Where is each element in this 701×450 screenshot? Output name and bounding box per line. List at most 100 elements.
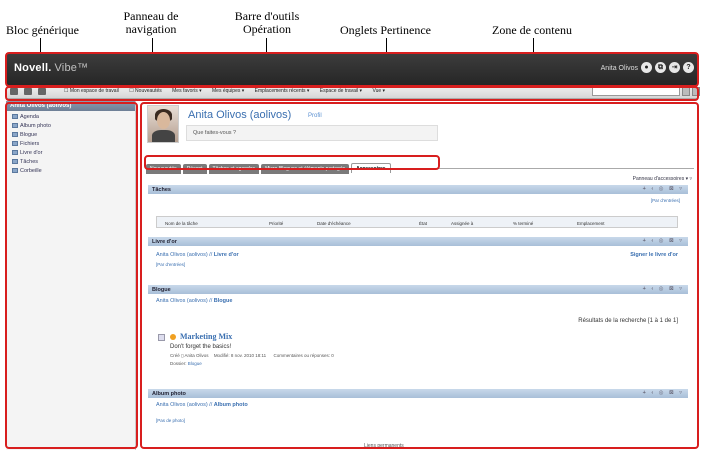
blog-icon xyxy=(12,132,18,138)
relevance-tabs: Nouveautés Récent Tâches et agendas Micro-B… xyxy=(146,157,393,174)
nav-item-trash[interactable]: Corbeille xyxy=(12,167,129,176)
toolbar-item-view[interactable]: Vue ▾ xyxy=(372,88,385,94)
nav-title[interactable]: Anita Olivos (aolivos) xyxy=(6,101,135,111)
home-icon[interactable] xyxy=(10,88,18,95)
header-user-name[interactable]: Anita Olivos xyxy=(601,65,638,72)
col-due-date[interactable]: Date d'échéance xyxy=(317,221,351,226)
section-tasks: Tâches + ‹ ◎ ⊠ ▿ [Par d'entrées] Nom de … xyxy=(148,185,688,231)
col-percent[interactable]: % terminé xyxy=(513,221,533,226)
section-header: Blogue + ‹ ◎ ⊠ ▿ xyxy=(148,285,688,294)
search-options-icon[interactable] xyxy=(692,87,700,96)
nav-item-files[interactable]: Fichiers xyxy=(12,140,129,149)
section-title: Blogue xyxy=(152,287,171,293)
tab-tasks-calendars[interactable]: Tâches et agendas xyxy=(208,164,260,174)
author-icon: ▯ xyxy=(181,353,184,358)
col-status[interactable]: État xyxy=(419,221,427,226)
pager-link[interactable]: [Par d'entrées] xyxy=(156,262,185,267)
col-assigned[interactable]: Assignée à xyxy=(451,221,473,226)
breadcrumb-user[interactable]: Anita Olivos (aolivos) // xyxy=(156,298,212,304)
breadcrumb-user[interactable]: Anita Olivos (aolivos) // xyxy=(156,252,212,258)
meta-author[interactable]: Anita Olivos xyxy=(185,353,209,358)
nav-item-guestbook[interactable]: Livre d'or xyxy=(12,149,129,158)
section-header: Tâches + ‹ ◎ ⊠ ▿ xyxy=(148,185,688,194)
novell-vibe-logo[interactable]: Novell. Vibe™ xyxy=(14,62,88,74)
tasks-icon xyxy=(12,159,18,165)
meta-modified: Modifié: 8 nov. 2010 18:11 xyxy=(213,353,267,358)
nav-list: Agenda Album photo Blogue Fichiers Livre… xyxy=(6,111,135,178)
user-icon[interactable]: ● xyxy=(641,62,652,73)
col-priority[interactable]: Priorité xyxy=(269,221,283,226)
breadcrumb-current[interactable]: Blogue xyxy=(214,298,233,304)
nav-item-calendar[interactable]: Agenda xyxy=(12,113,129,122)
toolbar-item-whats-new[interactable]: ☐ Nouveautés xyxy=(129,88,162,94)
breadcrumb-user[interactable]: Anita Olivos (aolivos) // xyxy=(156,402,212,408)
logo-product: Vibe™ xyxy=(54,62,89,74)
permalinks-link[interactable]: Liens permanents xyxy=(364,443,404,449)
up-icon[interactable] xyxy=(24,88,32,95)
pager-link[interactable]: [Pas de photo] xyxy=(156,418,185,423)
tab-microblog-shared[interactable]: Micro-Blogues et éléments partagés xyxy=(261,164,350,174)
nav-item-label: Livre d'or xyxy=(20,150,43,156)
callout-toolbar-line2: Opération xyxy=(243,22,291,36)
avatar-face xyxy=(157,112,170,129)
section-title: Livre d'or xyxy=(152,239,177,245)
avatar[interactable] xyxy=(147,105,179,143)
refresh-icon[interactable] xyxy=(38,88,46,95)
breadcrumb-current[interactable]: Album photo xyxy=(214,402,248,408)
pager-link[interactable]: [Par d'entrées] xyxy=(651,198,680,203)
search-icon[interactable] xyxy=(682,87,690,96)
profile-link[interactable]: Profil xyxy=(308,113,322,119)
callout-generic-block: Bloc générique xyxy=(6,23,79,37)
nav-item-label: Fichiers xyxy=(20,141,40,147)
search-input[interactable] xyxy=(592,87,680,96)
share-icon[interactable]: ⧉ xyxy=(655,62,666,73)
sign-guestbook-link[interactable]: Signer le livre d'or xyxy=(630,252,678,258)
toolbar-item-teams[interactable]: Mes équipes ▾ xyxy=(212,88,244,94)
nav-item-label: Tâches xyxy=(20,159,39,165)
blog-entry-title[interactable]: Marketing Mix xyxy=(180,332,232,341)
toolbar-item-my-workspace[interactable]: ☐ Mon espace de travail xyxy=(64,88,119,94)
nav-item-label: Agenda xyxy=(20,114,39,120)
section-header: Album photo + ‹ ◎ ⊠ ▿ xyxy=(148,389,688,398)
section-controls[interactable]: + ‹ ◎ ⊠ ▿ xyxy=(643,238,684,244)
section-photo-album: Album photo + ‹ ◎ ⊠ ▿ Anita Olivos (aoli… xyxy=(148,389,688,435)
section-blog: Blogue + ‹ ◎ ⊠ ▿ Anita Olivos (aolivos) … xyxy=(148,285,688,381)
logo-text: Novell. xyxy=(14,62,52,74)
nav-item-blog[interactable]: Blogue xyxy=(12,131,129,140)
blog-entry-folder: Dossier: Blogue xyxy=(170,361,202,366)
section-controls[interactable]: + ‹ ◎ ⊠ ▿ xyxy=(643,186,684,192)
breadcrumb: Anita Olivos (aolivos) // Livre d'or xyxy=(156,252,239,258)
help-icon[interactable]: ? xyxy=(683,62,694,73)
folder-link[interactable]: Blogue xyxy=(188,361,202,366)
tasks-table-header: Nom de la tâche Priorité Date d'échéance… xyxy=(156,216,678,228)
col-task-name[interactable]: Nom de la tâche xyxy=(165,221,198,226)
breadcrumb-current[interactable]: Livre d'or xyxy=(214,252,239,258)
status-input[interactable]: Que faites-vous ? xyxy=(186,125,438,141)
tab-whats-new[interactable]: Nouveautés xyxy=(146,164,181,174)
breadcrumb: Anita Olivos (aolivos) // Album photo xyxy=(156,402,248,408)
photo-icon xyxy=(12,123,18,129)
tabs-divider xyxy=(146,168,694,169)
guestbook-icon xyxy=(12,150,18,156)
blog-entry-meta: Créé ▯ Anita Olivos Modifié: 8 nov. 2010… xyxy=(170,353,334,359)
toolbar-item-recent[interactable]: Emplacements récents ▾ xyxy=(255,88,310,94)
accessory-panel-menu[interactable]: Panneau d'accessoires ▾ ▿ xyxy=(633,176,692,182)
calendar-icon xyxy=(12,114,18,120)
profile-name[interactable]: Anita Olivos (aolivos) xyxy=(188,109,291,121)
avatar-body xyxy=(152,130,175,142)
toolbar-menu: ☐ Mon espace de travail ☐ Nouveautés Mes… xyxy=(64,88,394,94)
trash-icon xyxy=(12,168,18,174)
col-location[interactable]: Emplacement xyxy=(577,221,605,226)
entry-checkbox[interactable] xyxy=(158,334,165,341)
section-header: Livre d'or + ‹ ◎ ⊠ ▿ xyxy=(148,237,688,246)
tab-recent[interactable]: Récent xyxy=(182,164,207,174)
nav-item-tasks[interactable]: Tâches xyxy=(12,158,129,167)
toolbar-item-favorites[interactable]: Mes favoris ▾ xyxy=(172,88,201,94)
breadcrumb: Anita Olivos (aolivos) // Blogue xyxy=(156,298,232,304)
logout-icon[interactable]: ⇥ xyxy=(669,62,680,73)
callout-tabs: Onglets Pertinence xyxy=(340,23,431,37)
toolbar-item-workspace[interactable]: Espace de travail ▾ xyxy=(320,88,362,94)
section-controls[interactable]: + ‹ ◎ ⊠ ▿ xyxy=(643,286,684,292)
nav-item-photo-album[interactable]: Album photo xyxy=(12,122,129,131)
section-controls[interactable]: + ‹ ◎ ⊠ ▿ xyxy=(643,390,684,396)
